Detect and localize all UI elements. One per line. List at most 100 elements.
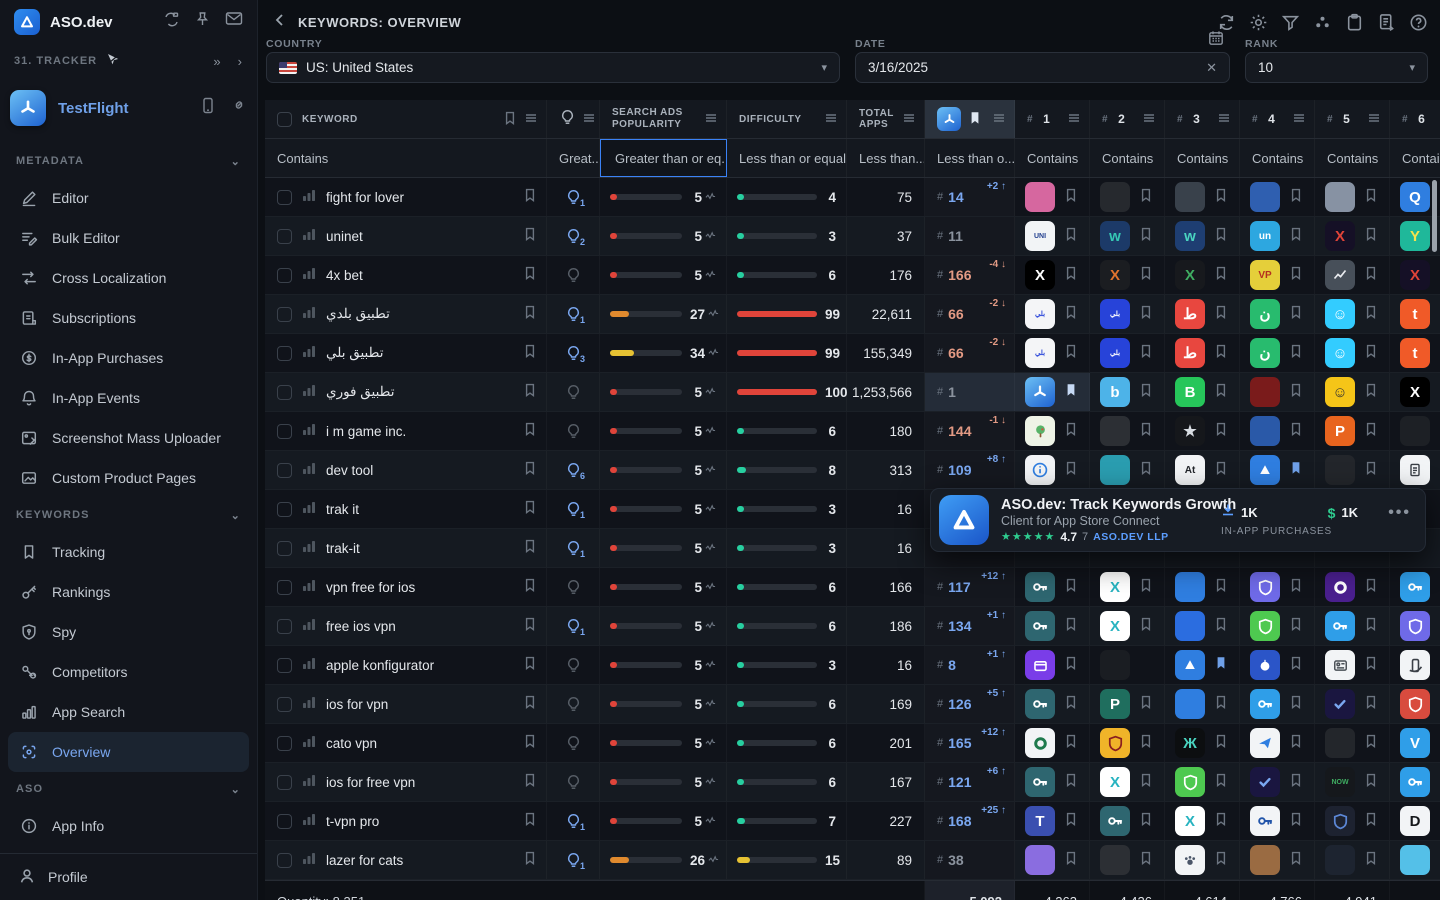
app-icon[interactable]: B (1175, 377, 1205, 407)
keyword-text[interactable]: fight for lover (326, 190, 512, 205)
tracked-app-rank-cell[interactable]: #38 (925, 841, 1015, 879)
app-icon[interactable] (1400, 455, 1430, 485)
bookmark-icon[interactable] (1288, 811, 1304, 832)
app-icon[interactable] (1325, 728, 1355, 758)
group-dots-icon[interactable] (1313, 13, 1332, 32)
row-checkbox[interactable] (277, 580, 292, 595)
tracked-app-rank-cell[interactable]: +1 ↑#134 (925, 607, 1015, 645)
app-icon[interactable] (1175, 182, 1205, 212)
menu-icon[interactable] (704, 111, 718, 128)
bookmark-icon[interactable] (1213, 850, 1229, 871)
collapse-all-icon[interactable]: » (213, 54, 221, 69)
bookmark-icon[interactable] (1363, 733, 1379, 754)
app-icon[interactable] (1025, 572, 1055, 602)
app-icon[interactable] (1175, 611, 1205, 641)
more-menu-icon[interactable]: ••• (1388, 504, 1411, 522)
app-icon[interactable] (1400, 689, 1430, 719)
filter-input-r6[interactable]: Contains (1390, 139, 1440, 177)
app-icon[interactable]: X (1100, 572, 1130, 602)
tracked-app-rank-cell[interactable]: +8 ↑#109 (925, 451, 1015, 489)
app-icon[interactable]: ☺ (1325, 377, 1355, 407)
sync-icon[interactable] (1217, 13, 1236, 32)
bookmark-icon[interactable] (1063, 304, 1079, 325)
bookmark-icon[interactable] (522, 460, 538, 481)
app-icon[interactable]: w (1100, 221, 1130, 251)
bookmark-icon[interactable] (1138, 421, 1154, 442)
app-icon[interactable] (1025, 689, 1055, 719)
bookmark-icon[interactable] (502, 110, 518, 129)
bookmark-icon[interactable] (1213, 421, 1229, 442)
tracked-app-rank-cell[interactable]: +6 ↑#121 (925, 763, 1015, 801)
bookmark-icon[interactable] (1288, 421, 1304, 442)
row-checkbox[interactable] (277, 736, 292, 751)
app-icon[interactable]: X (1400, 260, 1430, 290)
app-icon[interactable]: بلي (1100, 338, 1130, 368)
keyword-chart-icon[interactable] (302, 578, 316, 597)
app-icon[interactable] (1250, 689, 1280, 719)
bookmark-icon[interactable] (522, 655, 538, 676)
section-header-metadata[interactable]: METADATA⌄ (0, 144, 257, 178)
back-icon[interactable] (272, 12, 288, 33)
suggestion-bulb-cell[interactable] (547, 724, 600, 762)
menu-icon[interactable] (1367, 111, 1381, 128)
column-header-sap[interactable]: SEARCH ADSPOPULARITY (600, 100, 727, 138)
app-icon[interactable] (1400, 650, 1430, 680)
column-header-r4[interactable]: #4 (1240, 100, 1315, 138)
keyword-chart-icon[interactable] (302, 383, 316, 402)
settings-gear-icon[interactable] (1249, 13, 1268, 32)
bookmark-icon[interactable] (1288, 694, 1304, 715)
keyword-chart-icon[interactable] (302, 812, 316, 831)
keyword-chart-icon[interactable] (302, 305, 316, 324)
sidebar-item-cross-localization[interactable]: Cross Localization (0, 258, 257, 298)
section-header-aso[interactable]: ASO⌄ (0, 772, 257, 806)
column-header-app[interactable] (925, 100, 1015, 138)
bookmark-icon[interactable] (522, 499, 538, 520)
bookmark-icon[interactable] (1288, 616, 1304, 637)
keyword-text[interactable]: apple konfigurator (326, 658, 512, 673)
bookmark-icon[interactable] (1063, 811, 1079, 832)
column-header-r5[interactable]: #5 (1315, 100, 1390, 138)
suggestion-bulb-cell[interactable] (547, 373, 600, 411)
date-input[interactable]: 3/16/2025 ✕ (855, 52, 1230, 83)
keyword-text[interactable]: trak it (326, 502, 512, 517)
filter-input-sap[interactable]: Greater than or eq... (600, 139, 727, 177)
app-icon[interactable] (1025, 728, 1055, 758)
bookmark-icon[interactable] (1213, 772, 1229, 793)
app-icon[interactable] (1250, 572, 1280, 602)
swap-icon[interactable] (163, 11, 180, 33)
app-icon[interactable]: X (1400, 377, 1430, 407)
app-icon[interactable] (1325, 182, 1355, 212)
bookmark-icon[interactable] (1138, 616, 1154, 637)
bookmark-icon[interactable] (1288, 187, 1304, 208)
filter-input-bulb[interactable]: Great... (547, 139, 600, 177)
row-checkbox[interactable] (277, 268, 292, 283)
suggestion-bulb-cell[interactable] (547, 646, 600, 684)
bookmark-filled-icon[interactable] (1288, 460, 1304, 481)
bookmark-icon[interactable] (1063, 265, 1079, 286)
keyword-chart-icon[interactable] (302, 734, 316, 753)
bookmark-icon[interactable] (522, 265, 538, 286)
bookmark-icon[interactable] (1138, 733, 1154, 754)
suggestion-bulb-cell[interactable] (547, 568, 600, 606)
bookmark-icon[interactable] (1063, 226, 1079, 247)
bookmark-icon[interactable] (1063, 733, 1079, 754)
suggestion-bulb-cell[interactable]: 2 (547, 217, 600, 255)
keyword-text[interactable]: trak-it (326, 541, 512, 556)
bookmark-icon[interactable] (1288, 226, 1304, 247)
keyword-chart-icon[interactable] (302, 422, 316, 441)
bookmark-icon[interactable] (1063, 616, 1079, 637)
link-icon[interactable] (231, 97, 247, 119)
mail-icon[interactable] (225, 11, 243, 33)
suggestion-bulb-cell[interactable] (547, 685, 600, 723)
bookmark-icon[interactable] (1363, 421, 1379, 442)
app-icon[interactable] (1325, 260, 1355, 290)
app-icon[interactable] (1250, 377, 1280, 407)
app-icon[interactable] (1325, 650, 1355, 680)
bookmark-icon[interactable] (1138, 187, 1154, 208)
app-icon[interactable] (1250, 806, 1280, 836)
bookmark-icon[interactable] (1063, 460, 1079, 481)
row-checkbox[interactable] (277, 502, 292, 517)
app-icon[interactable]: ☺ (1325, 338, 1355, 368)
keyword-chart-icon[interactable] (302, 656, 316, 675)
column-header-r2[interactable]: #2 (1090, 100, 1165, 138)
